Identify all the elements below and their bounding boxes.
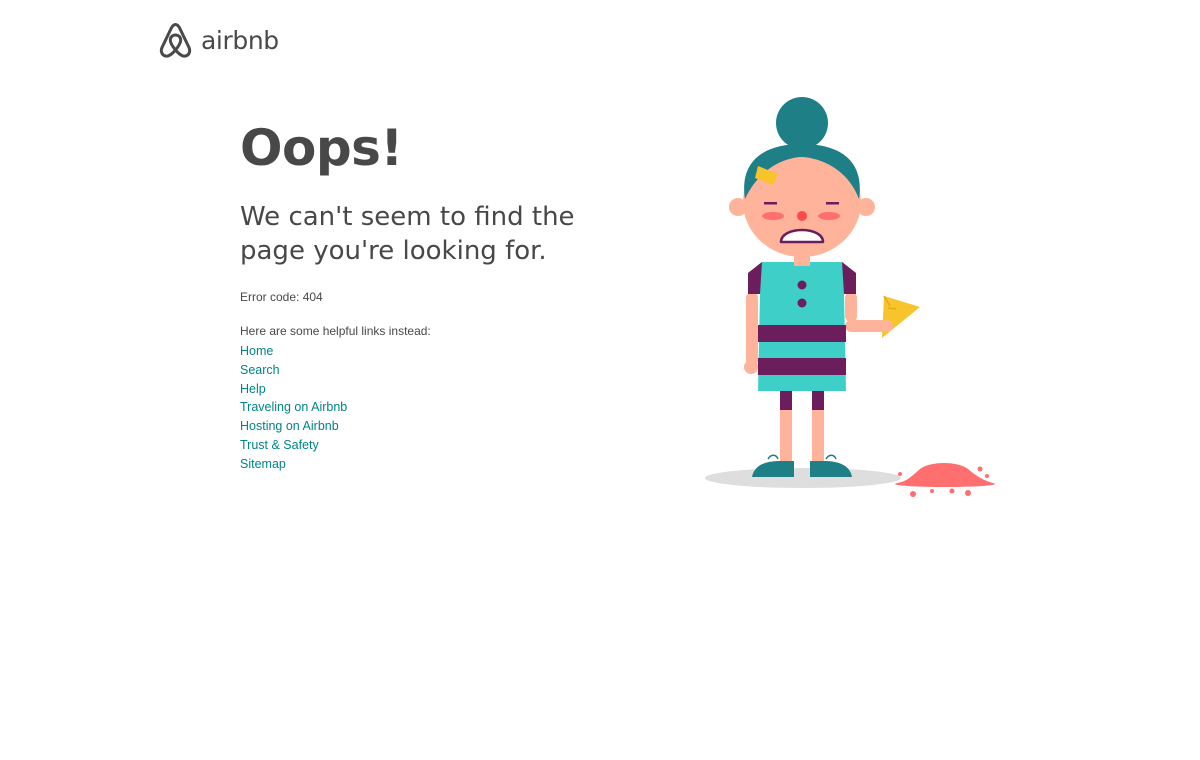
link-sitemap[interactable]: Sitemap [240,457,286,471]
link-hosting-on-airbnb[interactable]: Hosting on Airbnb [240,419,339,433]
page-subtitle: We can't seem to find the page you're lo… [240,200,660,268]
airbnb-wordmark: airbnb [201,25,279,55]
airbnb-logo-link[interactable]: airbnb [157,20,279,60]
subtitle-line-2: page you're looking for. [240,236,547,266]
list-item: Traveling on Airbnb [240,398,660,417]
link-trust-and-safety[interactable]: Trust & Safety [240,438,319,452]
link-home[interactable]: Home [240,344,273,358]
list-item: Hosting on Airbnb [240,417,660,436]
error-page: airbnb Oops! We can't seem to find the p… [0,0,1200,760]
link-help[interactable]: Help [240,382,266,396]
dropped-ice-cream-icon [895,463,996,497]
page-title: Oops! [240,119,403,177]
error-content: Oops! We can't seem to find the page you… [240,118,660,474]
list-item: Home [240,342,660,361]
error-code: Error code: 404 [240,290,323,304]
list-item: Search [240,361,660,380]
list-item: Trust & Safety [240,436,660,455]
list-item: Sitemap [240,455,660,474]
crying-mouth [779,228,825,244]
link-search[interactable]: Search [240,363,280,377]
list-item: Help [240,380,660,399]
helpful-links-intro: Here are some helpful links instead: [240,324,431,338]
airbnb-belo-icon [157,20,194,60]
dress [748,262,856,391]
helpful-links-list: Home Search Help Traveling on Airbnb Hos… [240,342,660,474]
subtitle-line-1: We can't seem to find the [240,202,575,232]
crying-girl-illustration [700,95,1000,510]
ground-shadow [705,468,901,488]
link-traveling-on-airbnb[interactable]: Traveling on Airbnb [240,400,347,414]
